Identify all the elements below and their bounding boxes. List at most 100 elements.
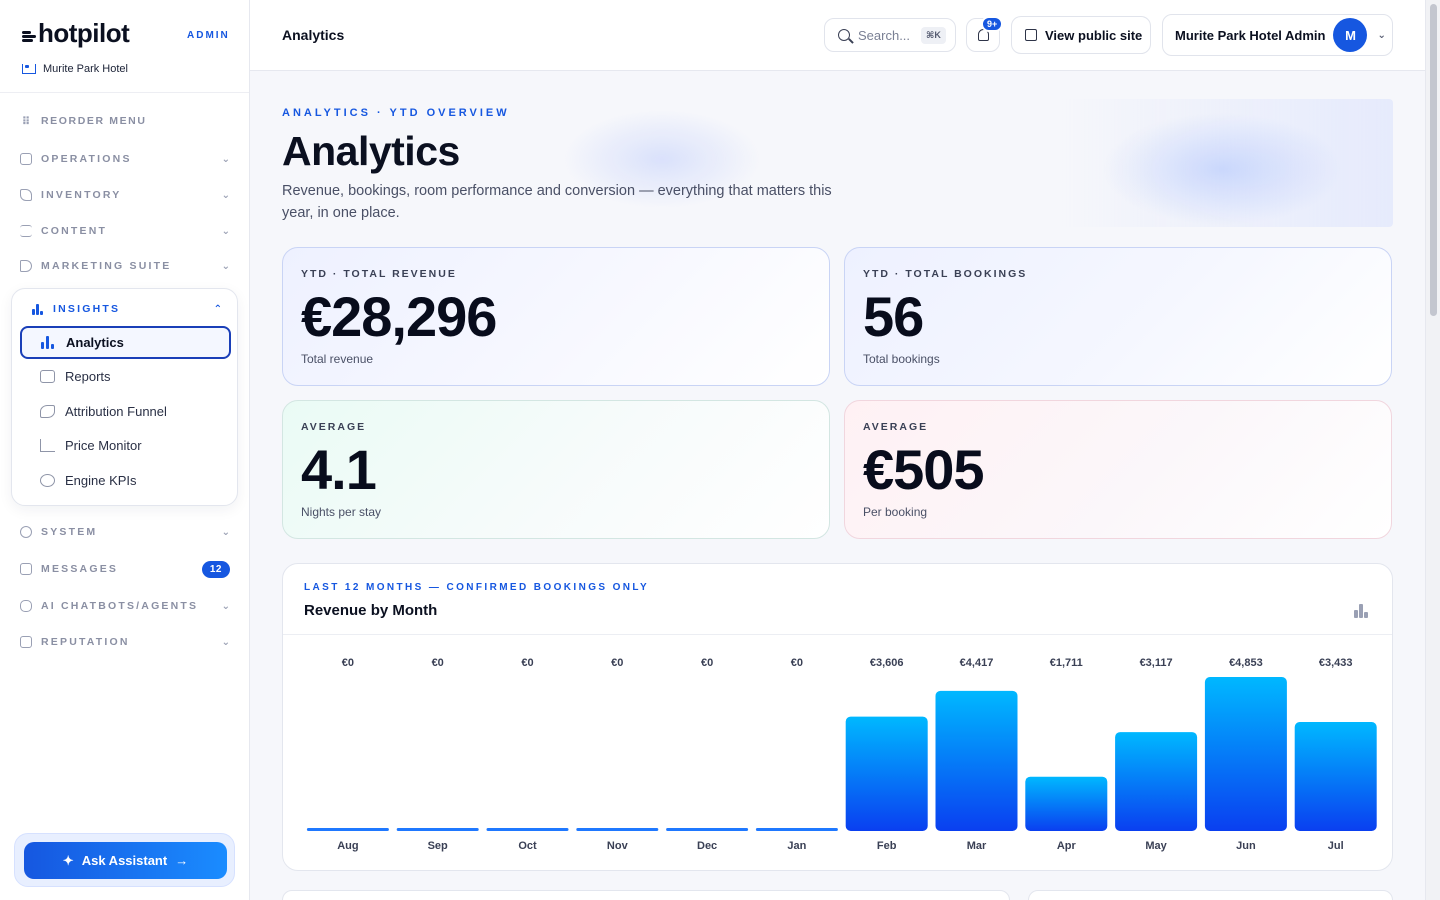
bar-nov[interactable]: [576, 828, 659, 831]
data-label-may: €3,117: [1140, 657, 1173, 669]
kpi-card-per-booking: AVERAGE €505 Per booking: [844, 400, 1392, 539]
kpi-value: 4.1: [301, 438, 377, 501]
nav-group-label: INVENTORY: [41, 189, 122, 201]
bar-dec[interactable]: [666, 828, 749, 831]
nav-group-content[interactable]: CONTENT ⌄: [20, 221, 230, 241]
view-public-site-button[interactable]: View public site: [1011, 16, 1151, 54]
data-label-aug: €0: [342, 657, 354, 669]
trend-chart-icon: [40, 439, 55, 452]
search-box[interactable]: ⌘K: [824, 18, 956, 52]
data-label-oct: €0: [521, 657, 533, 669]
sidebar-item-engine-kpis[interactable]: Engine KPIs: [20, 464, 231, 497]
chevron-down-icon: ⌄: [1377, 29, 1386, 41]
chevron-down-icon: ⌄: [221, 225, 230, 237]
nav-group-label: AI CHATBOTS/AGENTS: [41, 600, 199, 612]
nav-group-messages[interactable]: MESSAGES 12: [20, 559, 230, 579]
ask-assistant-button[interactable]: ✦ Ask Assistant →: [24, 842, 227, 879]
data-label-apr: €1,711: [1050, 657, 1083, 669]
x-tick-jan: Jan: [787, 840, 806, 852]
chevron-down-icon: ⌄: [221, 526, 230, 538]
sidebar-item-attribution-funnel[interactable]: Attribution Funnel: [20, 395, 231, 428]
user-menu-button[interactable]: Murite Park Hotel Admin M ⌄: [1162, 14, 1393, 56]
kpi-value: €28,296: [301, 285, 497, 348]
sidebar-divider: [0, 92, 249, 93]
bar-feb[interactable]: [845, 716, 928, 831]
search-input[interactable]: [858, 27, 913, 43]
nav-group-reputation[interactable]: REPUTATION ⌄: [20, 632, 230, 652]
chevron-down-icon: ⌄: [221, 153, 230, 165]
user-name: Murite Park Hotel Admin: [1175, 27, 1326, 43]
kpi-caption: Per booking: [863, 505, 928, 519]
next-card-left: [282, 890, 1010, 900]
sidebar-item-price-monitor[interactable]: Price Monitor: [20, 429, 231, 462]
kpi-value: €505: [863, 438, 985, 501]
bar-oct[interactable]: [486, 828, 569, 831]
search-icon: [838, 29, 850, 41]
drag-handle-icon: ⠿: [21, 115, 31, 128]
messages-count-badge: 12: [201, 560, 230, 578]
chart-eyebrow: LAST 12 MONTHS — CONFIRMED BOOKINGS ONLY: [304, 582, 650, 593]
nav-group-system[interactable]: SYSTEM ⌄: [20, 522, 230, 542]
bar-aug[interactable]: [306, 828, 389, 831]
nav-group-marketing-suite[interactable]: MARKETING SUITE ⌄: [20, 256, 230, 276]
chevron-down-icon: ⌄: [221, 600, 230, 612]
x-tick-dec: Dec: [697, 840, 717, 852]
kpi-label: AVERAGE: [863, 421, 929, 433]
bed-icon: [22, 64, 36, 74]
bar-apr[interactable]: [1025, 776, 1108, 831]
insights-label: INSIGHTS: [53, 303, 121, 315]
chevron-down-icon: ⌄: [221, 636, 230, 648]
nav-group-label: OPERATIONS: [41, 153, 132, 165]
bar-chart-icon[interactable]: [1354, 604, 1369, 618]
bar-sep[interactable]: [396, 828, 479, 831]
gear-icon: [20, 526, 32, 538]
nav-group-label: MARKETING SUITE: [41, 260, 172, 272]
sidebar-item-analytics[interactable]: Analytics: [20, 326, 231, 359]
sidebar-item-label: Reports: [65, 369, 111, 384]
kpi-caption: Total bookings: [863, 352, 940, 366]
hotel-name: Murite Park Hotel: [43, 63, 128, 75]
grid-icon: [20, 153, 32, 165]
bar-jan[interactable]: [755, 828, 838, 831]
x-tick-may: May: [1145, 840, 1167, 852]
revenue-chart-card: LAST 12 MONTHS — CONFIRMED BOOKINGS ONLY…: [282, 563, 1393, 871]
kpi-caption: Nights per stay: [301, 505, 382, 519]
x-tick-mar: Mar: [967, 840, 987, 852]
admin-tag: ADMIN: [187, 30, 230, 41]
ask-assistant-label: Ask Assistant: [81, 853, 168, 868]
bar-may[interactable]: [1115, 732, 1198, 831]
nav-group-label: CONTENT: [41, 225, 108, 237]
nav-group-label: MESSAGES: [41, 563, 119, 575]
kpi-card-total-revenue: YTD · TOTAL REVENUE €28,296 Total revenu…: [282, 247, 830, 386]
kpi-label: YTD · TOTAL BOOKINGS: [863, 268, 1028, 280]
scrollbar-thumb[interactable]: [1430, 4, 1437, 316]
nav-group-ai-chatbots[interactable]: AI CHATBOTS/AGENTS ⌄: [20, 596, 230, 616]
insights-header[interactable]: INSIGHTS ⌃: [32, 303, 222, 315]
avatar: M: [1333, 18, 1368, 52]
sidebar-item-reports[interactable]: Reports: [20, 360, 231, 393]
nav-group-operations[interactable]: OPERATIONS ⌄: [20, 149, 230, 169]
page-scrollbar[interactable]: [1425, 0, 1440, 900]
bar-jul[interactable]: [1294, 722, 1377, 831]
bar-jun[interactable]: [1204, 677, 1287, 831]
sidebar-item-label: Price Monitor: [65, 438, 142, 453]
nav-group-inventory[interactable]: INVENTORY ⌄: [20, 185, 230, 205]
megaphone-icon: [20, 260, 32, 272]
x-tick-nov: Nov: [607, 840, 629, 852]
sidebar-item-label: Attribution Funnel: [65, 404, 167, 419]
reorder-menu-button[interactable]: ⠿ REORDER MENU: [20, 111, 230, 131]
data-label-feb: €3,606: [870, 657, 904, 669]
x-tick-sep: Sep: [428, 840, 448, 852]
hotel-selector[interactable]: Murite Park Hotel: [22, 63, 128, 75]
tag-icon: [20, 189, 32, 201]
nav-group-insights: INSIGHTS ⌃ Analytics Reports Attribution…: [11, 288, 238, 506]
data-label-mar: €4,417: [960, 657, 994, 669]
review-icon: [20, 636, 32, 648]
view-public-site-label: View public site: [1045, 27, 1143, 43]
brand-logo[interactable]: hotpilot: [22, 18, 130, 49]
top-bar: Analytics ⌘K 9+ View public site Murite …: [250, 0, 1425, 71]
revenue-bar-chart: €0 Aug €0 Sep €0 Oct €0 Nov €0 Dec €0 Jan €3,606 Feb €…: [306, 657, 1377, 852]
kpi-value: 56: [863, 285, 924, 348]
bar-mar[interactable]: [935, 690, 1018, 831]
chevron-down-icon: ⌄: [221, 260, 230, 272]
